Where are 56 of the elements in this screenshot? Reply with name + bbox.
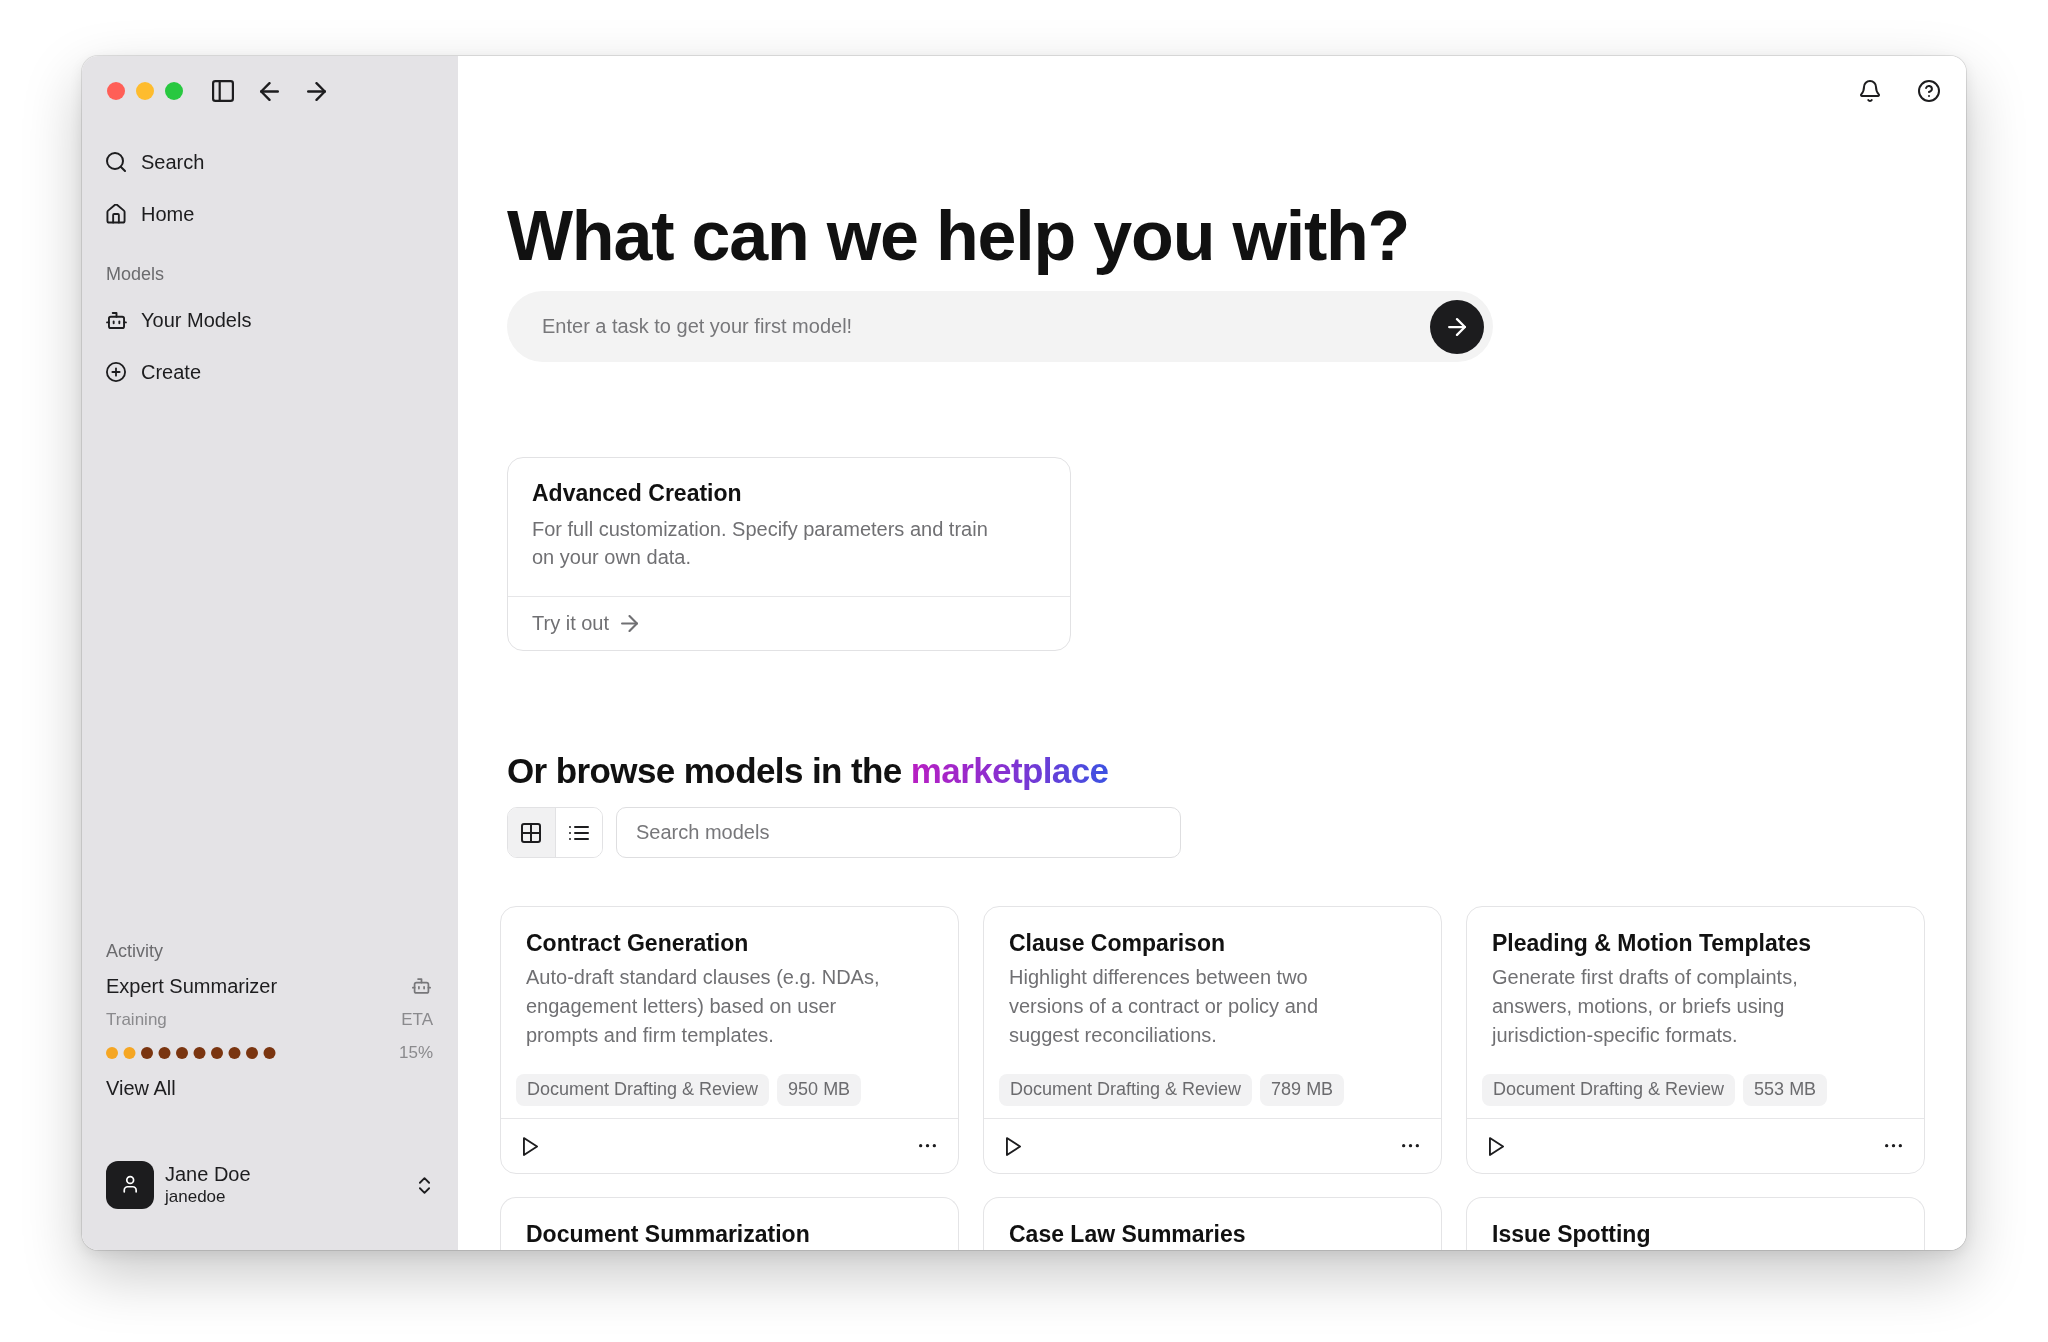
plus-circle-icon: [106, 362, 126, 382]
model-description: Generate first drafts of complaints, answers, motions, or briefs using jurisdiction-specific formats.: [1492, 964, 1799, 1048]
model-title: Issue Spotting: [1492, 1219, 1651, 1249]
model-description: Highlight differences between two versions of a contract or policy and suggest reconciliations.: [1009, 964, 1320, 1048]
category-tag: Document Drafting & Review: [516, 1073, 770, 1106]
model-title: Pleading & Motion Templates: [1492, 928, 1812, 958]
bell-icon[interactable]: [1860, 80, 1880, 102]
house-icon: [106, 204, 126, 224]
section-label: Models: [106, 263, 165, 286]
play-icon[interactable]: [1006, 1136, 1021, 1156]
ellipsis-icon[interactable]: [919, 1144, 936, 1148]
card-description: For full customization. Specify parameters and train on your own data.: [532, 517, 989, 570]
play-icon[interactable]: [523, 1136, 538, 1156]
view-mode-button[interactable]: [508, 808, 555, 857]
size-tag: 553 MB: [1743, 1073, 1828, 1106]
category-tag: Document Drafting & Review: [1482, 1073, 1736, 1106]
search-icon: [106, 152, 126, 172]
grid-icon: [521, 822, 542, 843]
robot-icon: [105, 311, 127, 329]
play-icon[interactable]: [1489, 1136, 1504, 1156]
model-title: Contract Generation: [526, 928, 749, 958]
model-title: Clause Comparison: [1009, 928, 1225, 958]
search-field[interactable]: Search models: [616, 807, 1181, 858]
ellipsis-icon[interactable]: [1402, 1144, 1419, 1148]
model-title: Case Law Summaries: [1009, 1219, 1246, 1249]
nav-item[interactable]: Home: [96, 188, 443, 240]
sidebar-panel-icon[interactable]: [212, 80, 234, 102]
size-tag: 950 MB: [777, 1073, 862, 1106]
view-mode-button[interactable]: [554, 808, 602, 857]
nav-item[interactable]: Your Models: [96, 294, 443, 346]
section-label: Activity: [106, 940, 163, 962]
arrow-right-icon: [1448, 317, 1466, 336]
try-it-out-link[interactable]: Try it out: [532, 612, 639, 635]
username: janedoe: [165, 1186, 226, 1208]
card-title: Advanced Creation: [532, 479, 742, 508]
avatar-icon: [106, 1161, 154, 1209]
help-icon[interactable]: [1918, 80, 1940, 102]
arrow-right-icon[interactable]: [307, 81, 326, 101]
job-name: Expert Summarizer: [106, 974, 278, 998]
task-input[interactable]: Enter a task to get your first model!: [507, 291, 1493, 362]
progress-percent: 15%: [398, 1043, 433, 1063]
ellipsis-icon[interactable]: [1885, 1144, 1902, 1148]
page-heading: What can we help you with?: [507, 196, 1410, 276]
eta-label: ETA: [401, 1010, 433, 1030]
chevron-up-down-icon[interactable]: [419, 1176, 430, 1194]
model-title: Document Summarization: [526, 1219, 810, 1249]
user-name: Jane Doe: [165, 1162, 251, 1186]
job-status: Training: [106, 1010, 167, 1030]
view-all-link[interactable]: View All: [106, 1076, 176, 1100]
category-tag: Document Drafting & Review: [999, 1073, 1253, 1106]
section-heading: Or browse models in the marketplace: [507, 750, 1109, 792]
model-description: Auto-draft standard clauses (e.g. NDAs, engagement letters) based on user prompts and firm templates.: [526, 964, 881, 1048]
nav-item[interactable]: Create: [96, 346, 443, 398]
robot-icon: [412, 978, 431, 994]
size-tag: 789 MB: [1260, 1073, 1345, 1106]
nav-item[interactable]: Search: [96, 136, 443, 188]
